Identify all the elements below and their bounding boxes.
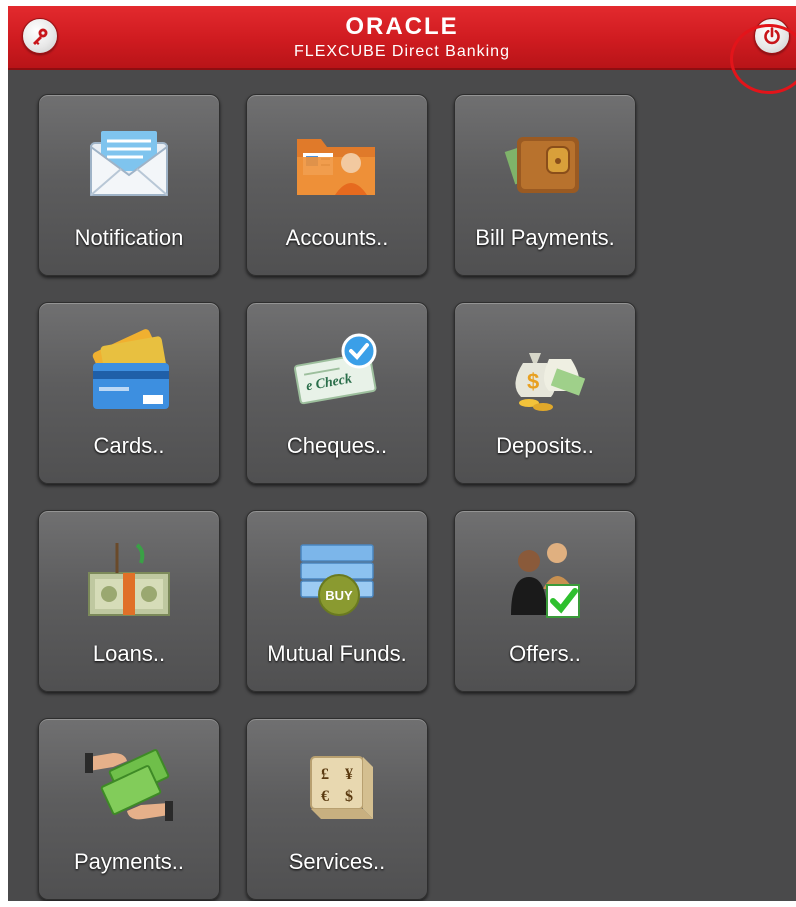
- svg-text:$: $: [527, 369, 539, 394]
- people-check-icon: [511, 543, 580, 618]
- tile-services[interactable]: £ ¥ € $ Services..: [246, 718, 428, 900]
- tile-loans[interactable]: Loans..: [38, 510, 220, 692]
- tile-label: Cards..: [93, 433, 165, 458]
- tile-cheques[interactable]: e Check Cheques..: [246, 302, 428, 484]
- tile-deposits[interactable]: $ Deposits..: [454, 302, 636, 484]
- tile-label: Payments..: [73, 849, 185, 874]
- product-title: FLEXCUBE Direct Banking: [294, 43, 510, 60]
- money-handover-icon: [85, 749, 173, 821]
- header-bar: ORACLE FLEXCUBE Direct Banking: [8, 6, 796, 70]
- tile-label: Mutual Funds.: [267, 641, 407, 666]
- envelope-icon: [90, 131, 168, 196]
- svg-text:¥: ¥: [345, 766, 353, 783]
- tile-cards[interactable]: Cards..: [38, 302, 220, 484]
- tile-label: Cheques..: [286, 433, 388, 458]
- tile-label: Bill Payments.: [475, 225, 615, 250]
- currency-block-icon: £ ¥ € $: [310, 756, 373, 819]
- cash-stack-icon: [88, 543, 170, 616]
- folder-user-icon: [297, 139, 375, 195]
- tile-bill-payments[interactable]: Bill Payments.: [454, 94, 636, 276]
- svg-text:£: £: [321, 766, 329, 783]
- brand-block: ORACLE FLEXCUBE Direct Banking: [8, 14, 796, 62]
- app-frame: ORACLE FLEXCUBE Direct Banking Notificat…: [8, 6, 796, 901]
- money-bags-icon: $: [515, 353, 586, 411]
- tile-label: Loans..: [92, 641, 166, 666]
- svg-text:$: $: [345, 788, 353, 805]
- echeck-icon: e Check: [293, 333, 377, 405]
- tile-label: Offers..: [509, 641, 581, 666]
- brand-logo: ORACLE: [345, 13, 459, 40]
- tile-label: Services..: [288, 849, 386, 874]
- logout-highlight-circle: [730, 24, 796, 94]
- tile-label: Notification: [74, 225, 184, 250]
- buy-text: BUY: [325, 588, 353, 603]
- tile-offers[interactable]: Offers..: [454, 510, 636, 692]
- wallet-icon: [504, 137, 579, 193]
- tile-label: Accounts..: [285, 225, 389, 250]
- buy-icon: BUY: [300, 544, 374, 616]
- tile-mutual-funds[interactable]: BUY Mutual Funds.: [246, 510, 428, 692]
- tile-label: Deposits..: [496, 433, 594, 458]
- credit-cards-icon: [92, 329, 169, 409]
- tile-notification[interactable]: Notification: [38, 94, 220, 276]
- tile-accounts[interactable]: Accounts..: [246, 94, 428, 276]
- svg-text:€: €: [321, 788, 329, 805]
- tile-payments[interactable]: Payments..: [38, 718, 220, 900]
